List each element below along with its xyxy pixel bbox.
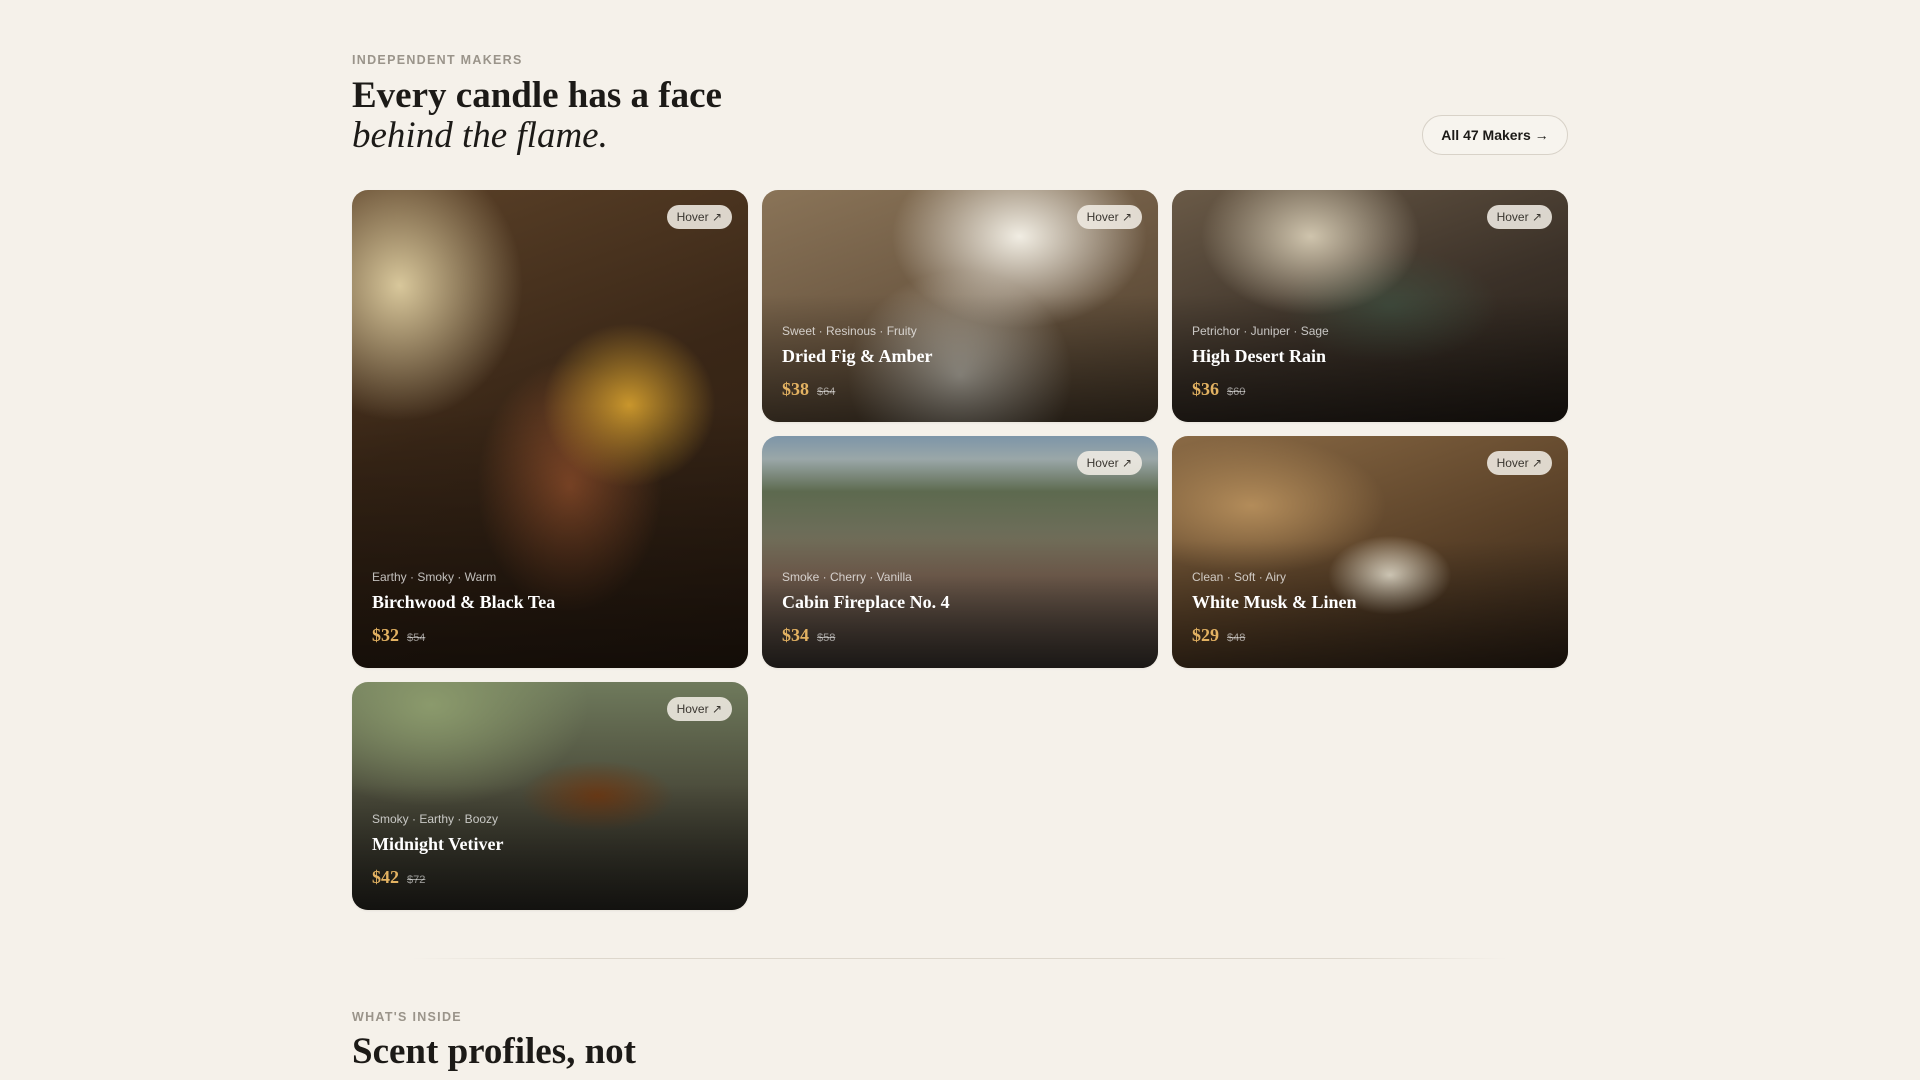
old-price: $60: [1227, 386, 1246, 398]
price-row: $36 $60: [1192, 379, 1548, 400]
scent-notes: Clean · Soft · Airy: [1192, 570, 1287, 584]
price: $38: [782, 379, 809, 399]
old-price: $58: [817, 632, 836, 644]
old-price: $54: [407, 632, 426, 644]
old-price: $48: [1227, 632, 1246, 644]
hover-badge: Hover ↗: [666, 205, 732, 229]
price-row: $42 $72: [372, 867, 728, 888]
card-info: Petrichor · Juniper · Sage High Desert R…: [1192, 324, 1548, 400]
inside-eyebrow: WHAT'S INSIDE: [352, 1010, 462, 1024]
scent-notes: Smoky · Earthy · Boozy: [372, 812, 499, 826]
price-row: $32 $54: [372, 625, 728, 646]
old-price: $72: [407, 874, 426, 886]
all-makers-button[interactable]: All 47 Makers →: [1422, 115, 1568, 155]
section-eyebrow: INDEPENDENT MAKERS: [352, 53, 523, 67]
product-card-white-musk[interactable]: Hover ↗ Clean · Soft · Airy White Musk &…: [1172, 436, 1568, 668]
section-divider: [412, 958, 1508, 959]
card-info: Sweet · Resinous · Fruity Dried Fig & Am…: [782, 324, 1138, 400]
price-row: $34 $58: [782, 625, 1138, 646]
scent-notes: Earthy · Smoky · Warm: [372, 570, 497, 584]
card-info: Smoky · Earthy · Boozy Midnight Vetiver …: [372, 812, 728, 888]
product-name: White Musk & Linen: [1192, 592, 1357, 612]
product-name: Birchwood & Black Tea: [372, 592, 556, 612]
scent-notes: Smoke · Cherry · Vanilla: [782, 570, 912, 584]
price-row: $38 $64: [782, 379, 1138, 400]
card-info: Smoke · Cherry · Vanilla Cabin Fireplace…: [782, 570, 1138, 646]
hover-badge: Hover ↗: [1486, 205, 1552, 229]
price: $42: [372, 867, 399, 887]
scent-notes: Petrichor · Juniper · Sage: [1192, 324, 1329, 338]
scent-notes: Sweet · Resinous · Fruity: [782, 324, 917, 338]
inside-title: Scent profiles, not: [352, 1031, 637, 1072]
hover-badge: Hover ↗: [666, 697, 732, 721]
product-name: High Desert Rain: [1192, 346, 1326, 366]
hover-badge: Hover ↗: [1076, 451, 1142, 475]
product-card-cabin-fireplace[interactable]: Hover ↗ Smoke · Cherry · Vanilla Cabin F…: [762, 436, 1158, 668]
hover-badge: Hover ↗: [1076, 205, 1142, 229]
product-name: Dried Fig & Amber: [782, 346, 933, 366]
product-card-midnight-vetiver[interactable]: Hover ↗ Smoky · Earthy · Boozy Midnight …: [352, 682, 748, 910]
hover-badge: Hover ↗: [1486, 451, 1552, 475]
card-info: Clean · Soft · Airy White Musk & Linen $…: [1192, 570, 1548, 646]
price: $29: [1192, 625, 1219, 645]
product-name: Cabin Fireplace No. 4: [782, 592, 950, 612]
price: $32: [372, 625, 399, 645]
section-title-italic: behind the flame.: [352, 115, 608, 156]
section-title: Every candle has a face: [352, 75, 722, 116]
price: $36: [1192, 379, 1219, 399]
product-card-high-desert[interactable]: Hover ↗ Petrichor · Juniper · Sage High …: [1172, 190, 1568, 422]
price-row: $29 $48: [1192, 625, 1548, 646]
old-price: $64: [817, 386, 836, 398]
price: $34: [782, 625, 809, 645]
makers-section: INDEPENDENT MAKERS Every candle has a fa…: [352, 0, 1568, 1080]
card-info: Earthy · Smoky · Warm Birchwood & Black …: [372, 570, 728, 646]
product-name: Midnight Vetiver: [372, 834, 504, 854]
product-card-birchwood[interactable]: Hover ↗ Earthy · Smoky · Warm Birchwood …: [352, 190, 748, 668]
product-card-dried-fig[interactable]: Hover ↗ Sweet · Resinous · Fruity Dried …: [762, 190, 1158, 422]
